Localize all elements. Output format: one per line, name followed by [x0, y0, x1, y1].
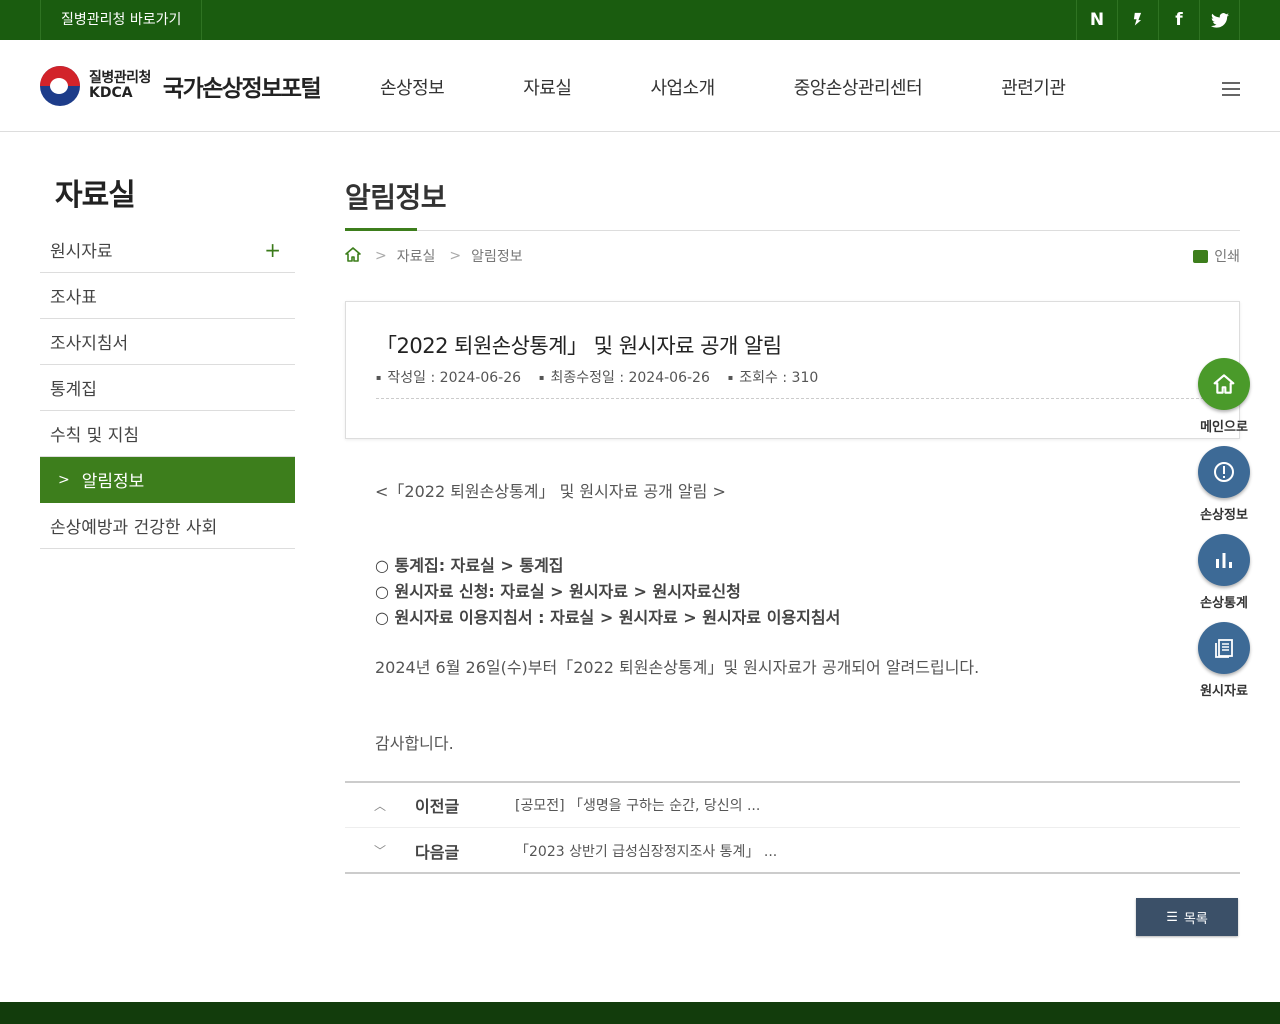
prev-post-label: 이전글 — [415, 797, 460, 816]
bar-chart-icon — [1198, 534, 1250, 586]
gnb-item-business[interactable]: 사업소개 — [650, 74, 715, 100]
sidebar-item-survey-guide[interactable]: 조사지침서 — [40, 319, 295, 365]
body-link-raw-data-request: ○ 원시자료 신청: 자료실 > 원시자료 > 원시자료신청 — [375, 582, 741, 601]
site-header: 질병관리청 KDCA 국가손상정보포털 손상정보 자료실 사업소개 중앙손상관리… — [0, 40, 1280, 132]
list-icon: ☰ — [1166, 909, 1178, 924]
body-link-statistics: ○ 통계집: 자료실 > 통계집 — [375, 556, 564, 575]
chevron-right-icon: > — [58, 471, 70, 488]
kdca-shortcut-link[interactable]: 질병관리청 바로가기 — [40, 0, 203, 40]
sidebar-item-prevention-society[interactable]: 손상예방과 건강한 사회 — [40, 503, 295, 549]
prev-next-nav: ︿ 이전글 [공모전] 「생명을 구하는 순간, 당신의 ... ﹀ 다음글 「… — [345, 781, 1240, 874]
printer-icon — [1193, 249, 1209, 263]
global-nav: 손상정보 자료실 사업소개 중앙손상관리센터 관련기관 — [380, 74, 1066, 100]
quick-home[interactable]: 메인으로 — [1193, 358, 1255, 446]
sidebar-item-survey-form[interactable]: 조사표 — [40, 273, 295, 319]
home-icon — [1198, 358, 1250, 410]
chevron-up-icon: ︿ — [373, 798, 386, 813]
list-button[interactable]: ☰ 목록 — [1136, 898, 1238, 936]
site-logo[interactable]: 질병관리청 KDCA 국가손상정보포털 — [40, 66, 322, 106]
gnb-item-injury-info[interactable]: 손상정보 — [380, 74, 445, 100]
site-title: 국가손상정보포털 — [162, 76, 322, 102]
logo-korean: 질병관리청 — [89, 69, 151, 86]
home-icon[interactable] — [345, 246, 361, 266]
chevron-right-icon: > — [375, 248, 387, 264]
breadcrumb: > 자료실 > 알림정보 — [345, 246, 523, 266]
top-utility-bar: 질병관리청 바로가기 N f — [0, 0, 1280, 40]
sidebar-item-raw-data[interactable]: 원시자료 + — [40, 227, 295, 273]
post-header: 「2022 퇴원손상통계」 및 원시자료 공개 알림 작성일 : 2024-06… — [345, 301, 1240, 439]
post-created-date: 작성일 : 2024-06-26 — [376, 367, 521, 387]
body-closing: 감사합니다. — [375, 734, 454, 753]
kakao-story-icon[interactable] — [1117, 0, 1158, 40]
alert-icon — [1198, 446, 1250, 498]
chevron-down-icon: ﹀ — [373, 844, 386, 858]
sidebar-item-statistics-book[interactable]: 통계집 — [40, 365, 295, 411]
post-meta: 작성일 : 2024-06-26 최종수정일 : 2024-06-26 조회수 … — [376, 367, 836, 387]
print-button[interactable]: 인쇄 — [1193, 246, 1240, 266]
quick-menu: 메인으로 손상정보 손상통계 원시자료 — [1193, 358, 1255, 710]
next-post-row[interactable]: ﹀ 다음글 「2023 상반기 급성심장정지조사 통계」 ... — [345, 828, 1240, 873]
next-post-label: 다음글 — [415, 842, 460, 862]
document-icon — [1198, 622, 1250, 674]
body-heading: <「2022 퇴원손상통계」 및 원시자료 공개 알림 > — [375, 482, 726, 501]
site-footer — [0, 1002, 1280, 1024]
expand-plus-icon[interactable]: + — [264, 238, 281, 262]
sns-links: N f — [1076, 0, 1240, 40]
gnb-item-central-center[interactable]: 중앙손상관리센터 — [794, 74, 923, 100]
prev-post-title[interactable]: [공모전] 「생명을 구하는 순간, 당신의 ... — [515, 795, 760, 815]
post-view-count: 조회수 : 310 — [728, 367, 818, 387]
gnb-item-data-room[interactable]: 자료실 — [523, 74, 572, 100]
post-title: 「2022 퇴원손상통계」 및 원시자료 공개 알림 — [376, 334, 782, 358]
breadcrumb-data-room[interactable]: 자료실 — [397, 246, 436, 266]
next-post-title[interactable]: 「2023 상반기 급성심장정지조사 통계」 ... — [515, 841, 777, 861]
body-announcement: 2024년 6월 26일(수)부터「2022 퇴원손상통계」및 원시자료가 공개… — [375, 658, 980, 677]
sidebar-item-notices[interactable]: > 알림정보 — [40, 457, 295, 503]
body-link-raw-data-guide: ○ 원시자료 이용지침서 : 자료실 > 원시자료 > 원시자료 이용지침서 — [375, 608, 841, 627]
quick-injury-info[interactable]: 손상정보 — [1193, 446, 1255, 534]
twitter-icon[interactable] — [1199, 0, 1240, 40]
quick-injury-stats[interactable]: 손상통계 — [1193, 534, 1255, 622]
gnb-item-related-orgs[interactable]: 관련기관 — [1001, 74, 1066, 100]
sidebar-title: 자료실 — [55, 178, 136, 213]
sidebar-nav: 원시자료 + 조사표 조사지침서 통계집 수칙 및 지침 > 알림정보 손상예방… — [40, 227, 295, 549]
sidebar-item-rules-guidelines[interactable]: 수칙 및 지침 — [40, 411, 295, 457]
menu-icon[interactable] — [1222, 82, 1240, 96]
quick-raw-data[interactable]: 원시자료 — [1193, 622, 1255, 710]
logo-english: KDCA — [89, 85, 133, 101]
breadcrumb-notices[interactable]: 알림정보 — [471, 246, 523, 266]
post-modified-date: 최종수정일 : 2024-06-26 — [539, 367, 709, 387]
kdca-emblem-icon — [40, 66, 80, 106]
facebook-icon[interactable]: f — [1158, 0, 1199, 40]
prev-post-row[interactable]: ︿ 이전글 [공모전] 「생명을 구하는 순간, 당신의 ... — [345, 783, 1240, 828]
page-title: 알림정보 — [345, 181, 447, 214]
chevron-right-icon: > — [449, 248, 462, 264]
naver-blog-icon[interactable]: N — [1076, 0, 1117, 40]
